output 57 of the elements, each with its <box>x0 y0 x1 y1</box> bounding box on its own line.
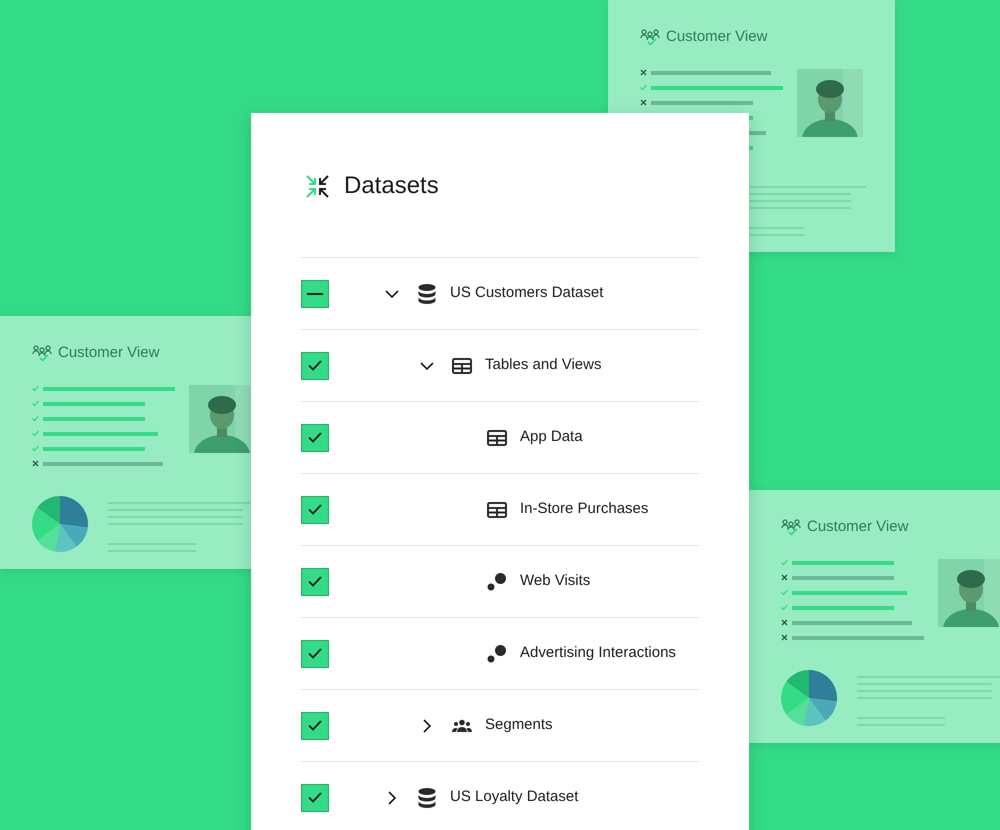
check-icon <box>32 415 39 422</box>
check-icon <box>32 445 39 452</box>
cross-icon <box>32 460 39 467</box>
tree-item-label[interactable]: App Data <box>520 426 583 449</box>
tree-row[interactable]: App Data <box>301 401 699 473</box>
pie-chart-drawing <box>32 496 88 552</box>
card-title: Customer View <box>807 517 908 537</box>
cross-icon <box>781 634 788 641</box>
check-icon <box>32 385 39 392</box>
dots-icon <box>487 644 507 662</box>
checkbox[interactable] <box>301 496 329 524</box>
checkbox[interactable] <box>301 424 329 452</box>
checkbox[interactable] <box>301 352 329 380</box>
people-icon <box>452 718 472 732</box>
tree-item-label[interactable]: US Loyalty Dataset <box>450 786 578 809</box>
check-icon <box>781 559 788 566</box>
check-icon <box>32 400 39 407</box>
tree-row[interactable]: In-Store Purchases <box>301 473 699 545</box>
people-check-icon <box>32 344 52 362</box>
tree-row[interactable]: Web Visits <box>301 545 699 617</box>
checkbox[interactable] <box>301 712 329 740</box>
tree-item-label[interactable]: In-Store Purchases <box>520 498 648 521</box>
cross-icon <box>640 99 647 106</box>
tree-row[interactable]: Segments <box>301 689 699 761</box>
tree-row[interactable]: Tables and Views <box>301 329 699 401</box>
check-icon <box>640 84 647 91</box>
table-icon <box>452 358 472 374</box>
cross-icon <box>781 619 788 626</box>
cross-icon <box>640 69 647 76</box>
checkbox[interactable] <box>301 568 329 596</box>
card-title: Customer View <box>666 27 768 47</box>
tree-row[interactable]: US Customers Dataset <box>301 257 699 329</box>
tree-row[interactable]: US Loyalty Dataset <box>301 761 699 830</box>
checkbox[interactable] <box>301 640 329 668</box>
check-icon <box>781 604 788 611</box>
tree-item-label[interactable]: Tables and Views <box>485 354 602 377</box>
people-check-icon <box>640 28 660 46</box>
tree-item-label[interactable]: Web Visits <box>520 570 590 593</box>
tree-item-label[interactable]: Segments <box>485 714 553 737</box>
check-icon <box>781 589 788 596</box>
table-icon <box>487 502 507 518</box>
panel-title: Datasets <box>344 171 439 201</box>
checkbox[interactable] <box>301 280 329 308</box>
table-icon <box>487 430 507 446</box>
checkbox[interactable] <box>301 784 329 812</box>
database-icon <box>418 788 436 808</box>
tree-row[interactable]: Advertising Interactions <box>301 617 699 689</box>
people-check-icon <box>781 518 801 536</box>
cross-icon <box>781 574 788 581</box>
tree-item-label[interactable]: Advertising Interactions <box>520 642 676 665</box>
database-icon <box>418 284 436 304</box>
dots-icon <box>487 572 507 590</box>
tree-item-label[interactable]: US Customers Dataset <box>450 282 604 305</box>
collapse-arrows-icon <box>305 174 330 198</box>
check-icon <box>32 430 39 437</box>
card-title: Customer View <box>58 343 160 363</box>
pie-chart-drawing <box>781 670 837 726</box>
